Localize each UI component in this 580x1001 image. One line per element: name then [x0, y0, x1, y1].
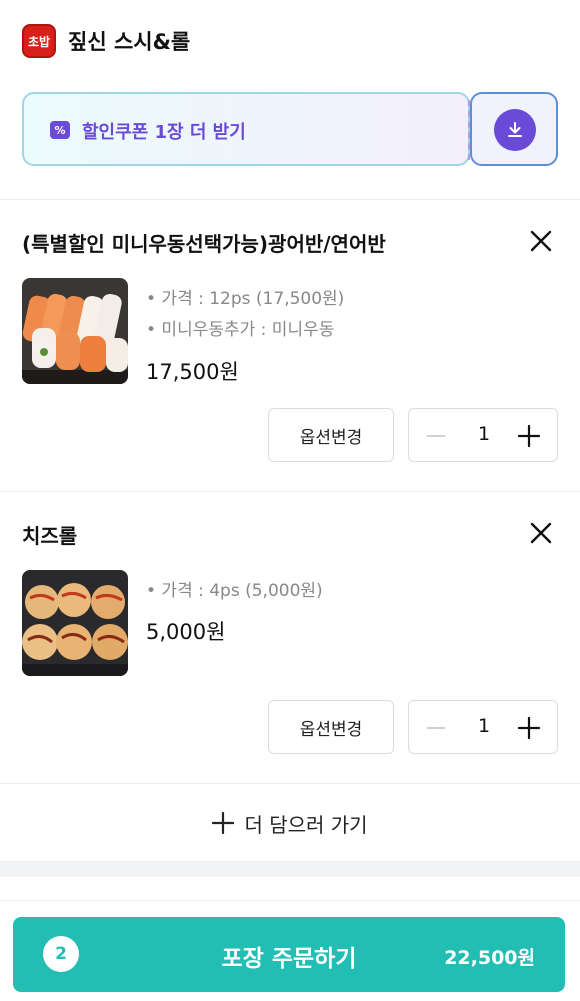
item-option: • 가격 : 4ps (5,000원): [146, 581, 323, 601]
item-name: (특별할인 미니우동선택가능)광어반/연어반: [22, 232, 386, 256]
change-option-button[interactable]: 옵션변경: [268, 408, 394, 462]
coupon-label: 할인쿠폰 1장 더 받기: [82, 122, 246, 143]
plus-icon: [212, 812, 235, 834]
cart-item: (특별할인 미니우동선택가능)광어반/연어반 • 가격 : 12ps (17,5…: [0, 200, 580, 490]
decrease-quantity-button[interactable]: [427, 727, 445, 729]
increase-quantity-button[interactable]: [517, 424, 541, 448]
item-option: • 미니우동추가 : 미니우동: [146, 320, 335, 340]
coupon-percent-icon: %: [50, 121, 70, 139]
coupon-banner[interactable]: % 할인쿠폰 1장 더 받기: [22, 92, 558, 166]
order-button[interactable]: 2 포장 주문하기 22,500원: [13, 917, 565, 992]
store-header: 초밥 짚신 스시&롤: [0, 0, 580, 80]
item-option: • 가격 : 12ps (17,500원): [146, 289, 345, 309]
increase-quantity-button[interactable]: [517, 716, 541, 740]
decrease-quantity-button[interactable]: [427, 435, 445, 437]
quantity-value: 1: [477, 715, 491, 737]
change-option-button[interactable]: 옵션변경: [268, 700, 394, 754]
cart-item: 치즈롤 • 가격 : 4ps (5,000원) 5,000원 옵션변경 1: [0, 492, 580, 782]
coupon-banner-body[interactable]: % 할인쿠폰 1장 더 받기: [22, 92, 470, 166]
remove-item-button[interactable]: [528, 520, 554, 546]
divider: [0, 783, 580, 784]
add-more-label: 더 담으러 가기: [244, 812, 368, 837]
store-name[interactable]: 짚신 스시&롤: [68, 26, 190, 56]
item-name: 치즈롤: [22, 524, 78, 548]
quantity-stepper: 1: [408, 700, 558, 754]
order-total: 22,500원: [444, 947, 535, 969]
store-logo: 초밥: [22, 24, 56, 58]
add-more-button[interactable]: 더 담으러 가기: [0, 786, 580, 860]
item-thumbnail: [22, 278, 128, 384]
coupon-download-area[interactable]: [470, 92, 558, 166]
item-thumbnail: [22, 570, 128, 676]
download-button[interactable]: [494, 109, 536, 151]
section-spacer: [0, 861, 580, 877]
item-price: 5,000원: [146, 620, 226, 644]
divider: [0, 900, 580, 901]
download-icon: [508, 122, 522, 137]
quantity-stepper: 1: [408, 408, 558, 462]
remove-item-button[interactable]: [528, 228, 554, 254]
item-price: 17,500원: [146, 360, 239, 384]
quantity-value: 1: [477, 423, 491, 445]
